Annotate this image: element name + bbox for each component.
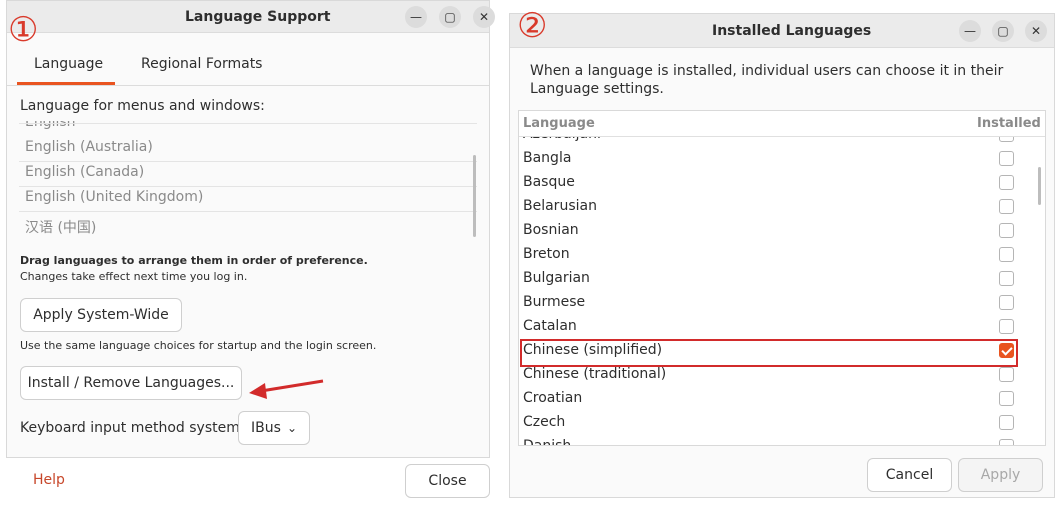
languages-table[interactable]: Language Installed Azerbaijani Bangla Basq… — [518, 110, 1046, 446]
apply-button[interactable]: Apply — [958, 458, 1043, 492]
tab-bar: Language Regional Formats — [7, 34, 489, 86]
table-row[interactable]: Croatian — [519, 387, 1045, 411]
installed-checkbox[interactable] — [999, 415, 1014, 430]
step-badge-two: ② — [517, 6, 548, 46]
installed-checkbox[interactable] — [999, 151, 1014, 166]
apply-system-wide-button[interactable]: Apply System-Wide — [20, 298, 182, 332]
installed-checkbox[interactable] — [999, 137, 1014, 142]
table-row[interactable]: Azerbaijani — [519, 137, 1045, 147]
language-item[interactable]: 汉语 (中国) — [25, 217, 96, 237]
table-body[interactable]: Azerbaijani Bangla Basque Belarusian Bosnian… — [519, 137, 1045, 446]
drag-hint-bold: Drag languages to arrange them in order … — [20, 254, 368, 267]
language-name: Azerbaijani — [523, 137, 601, 142]
language-name: Croatian — [523, 390, 583, 406]
install-remove-languages-button[interactable]: Install / Remove Languages... — [20, 366, 242, 400]
column-language[interactable]: Language — [523, 116, 595, 131]
window-title: Installed Languages — [712, 23, 872, 39]
annotation-arrow-icon — [249, 379, 324, 399]
installed-checkbox[interactable] — [999, 175, 1014, 190]
language-list-scrollbar[interactable] — [473, 155, 476, 237]
drag-hint: Changes take effect next time you log in… — [20, 270, 248, 283]
language-item[interactable]: English (Canada) — [25, 164, 144, 180]
installed-checkbox[interactable] — [999, 223, 1014, 238]
maximize-button[interactable]: ▢ — [992, 20, 1014, 42]
language-name: Danish — [523, 438, 572, 446]
cancel-button[interactable]: Cancel — [867, 458, 952, 492]
close-window-button[interactable]: ✕ — [1025, 20, 1047, 42]
table-header: Language Installed — [519, 111, 1045, 137]
language-name: Bulgarian — [523, 270, 590, 286]
table-row[interactable]: Burmese — [519, 291, 1045, 315]
divider — [19, 123, 477, 124]
divider — [19, 186, 477, 187]
installed-checkbox[interactable] — [999, 247, 1014, 262]
table-row[interactable]: Czech — [519, 411, 1045, 435]
installed-checkbox[interactable] — [999, 271, 1014, 286]
keyboard-method-dropdown[interactable]: IBus ⌄ — [238, 411, 310, 445]
column-installed[interactable]: Installed — [977, 116, 1041, 131]
language-name: Belarusian — [523, 198, 597, 214]
table-row[interactable]: Belarusian — [519, 195, 1045, 219]
apply-hint: Use the same language choices for startu… — [20, 339, 377, 352]
keyboard-label: Keyboard input method system: — [20, 420, 245, 436]
close-icon: ✕ — [1030, 24, 1042, 38]
installed-checkbox[interactable] — [999, 367, 1014, 382]
menus-label: Language for menus and windows: — [20, 98, 265, 114]
chevron-down-icon: ⌄ — [287, 421, 298, 435]
language-name: Bosnian — [523, 222, 579, 238]
table-row[interactable]: Danish — [519, 435, 1045, 446]
table-row[interactable]: Chinese (traditional) — [519, 363, 1045, 387]
maximize-icon: ▢ — [444, 10, 456, 24]
description: When a language is installed, individual… — [530, 63, 1004, 97]
minimize-button[interactable]: — — [959, 20, 981, 42]
installed-languages-window: Installed Languages — ▢ ✕ When a languag… — [509, 13, 1055, 498]
titlebar: Installed Languages — ▢ ✕ — [510, 14, 1054, 48]
table-row[interactable]: Breton — [519, 243, 1045, 267]
tab-regional-formats[interactable]: Regional Formats — [141, 56, 262, 72]
table-row[interactable]: Bangla — [519, 147, 1045, 171]
keyboard-method-value: IBus — [251, 420, 281, 436]
divider — [19, 161, 477, 162]
close-button[interactable]: Close — [405, 464, 490, 498]
tab-language[interactable]: Language — [34, 56, 103, 72]
language-name: Czech — [523, 414, 566, 430]
close-window-button[interactable]: ✕ — [473, 6, 495, 28]
maximize-button[interactable]: ▢ — [439, 6, 461, 28]
step-badge-one: ① — [8, 10, 39, 50]
help-link[interactable]: Help — [33, 472, 65, 488]
maximize-icon: ▢ — [997, 24, 1009, 38]
language-item[interactable]: English (Australia) — [25, 139, 153, 155]
installed-checkbox[interactable] — [999, 295, 1014, 310]
installed-checkbox[interactable] — [999, 199, 1014, 214]
language-support-window: Language Support — ▢ ✕ Language Regional… — [6, 0, 495, 458]
language-item[interactable]: English (United Kingdom) — [25, 189, 203, 205]
table-row[interactable]: Catalan — [519, 315, 1045, 339]
window-title: Language Support — [185, 9, 331, 25]
installed-checkbox[interactable] — [999, 439, 1014, 445]
titlebar: Language Support — ▢ ✕ — [7, 1, 495, 33]
minimize-icon: — — [964, 24, 976, 38]
language-name: Breton — [523, 246, 570, 262]
language-name: Bangla — [523, 150, 572, 166]
table-row[interactable]: Basque — [519, 171, 1045, 195]
divider — [19, 211, 477, 212]
language-name: Chinese (traditional) — [523, 366, 667, 382]
table-row[interactable]: Bulgarian — [519, 267, 1045, 291]
active-tab-indicator — [17, 82, 115, 85]
close-icon: ✕ — [478, 10, 490, 24]
minimize-icon: — — [410, 10, 422, 24]
table-row[interactable]: Bosnian — [519, 219, 1045, 243]
table-row[interactable]: Chinese (simplified) — [519, 339, 1045, 367]
language-name: Burmese — [523, 294, 586, 310]
language-name: Basque — [523, 174, 575, 190]
language-list[interactable]: English English (Australia) English (Can… — [19, 121, 479, 239]
installed-checkbox[interactable] — [999, 391, 1014, 406]
installed-checkbox[interactable] — [999, 319, 1014, 334]
table-scrollbar[interactable] — [1038, 167, 1041, 205]
minimize-button[interactable]: — — [405, 6, 427, 28]
language-name: Catalan — [523, 318, 577, 334]
